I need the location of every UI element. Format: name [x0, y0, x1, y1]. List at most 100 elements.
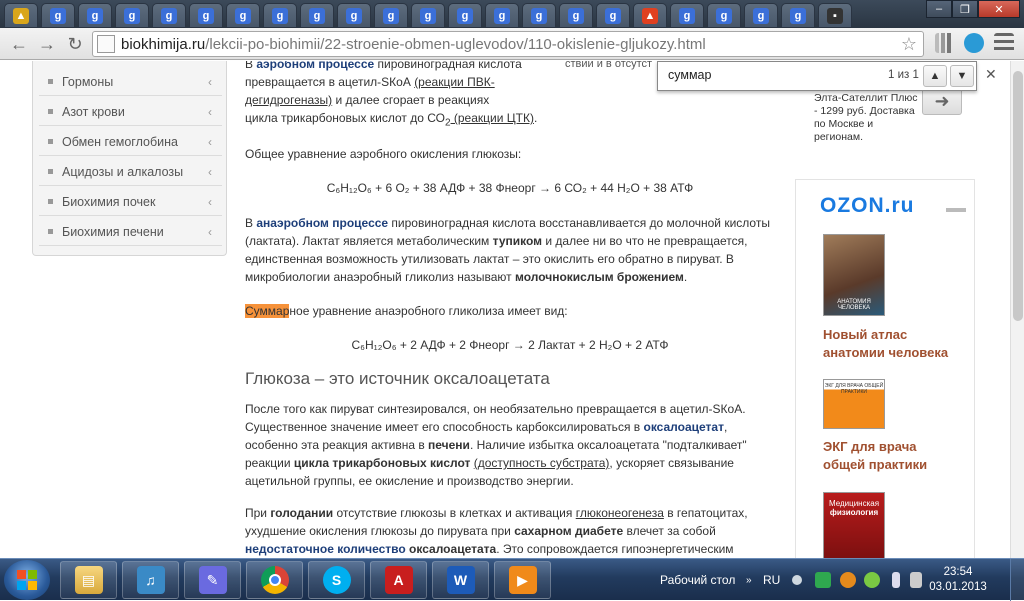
book-title[interactable]: Новый атлас анатомии человека: [823, 326, 948, 362]
tab[interactable]: ▪: [818, 3, 852, 28]
tray-dot-icon[interactable]: [792, 575, 802, 585]
reload-icon[interactable]: ↻: [64, 33, 86, 55]
link-tca[interactable]: (реакции ЦТК): [451, 111, 534, 125]
chevron-left-icon: ‹: [208, 134, 212, 149]
taskbar-explorer[interactable]: ▤: [60, 561, 117, 599]
tab[interactable]: g: [78, 3, 112, 28]
tab[interactable]: g: [448, 3, 482, 28]
find-next-icon[interactable]: ▼: [950, 65, 974, 87]
taskbar-skype[interactable]: S: [308, 561, 365, 599]
find-input[interactable]: суммар: [668, 68, 711, 82]
tab[interactable]: g: [485, 3, 519, 28]
skype-icon[interactable]: [964, 33, 984, 53]
link-substrate[interactable]: (доступность субстрата): [474, 456, 610, 470]
link-insufficient[interactable]: недостаточное количество: [245, 542, 406, 556]
find-count: 1 из 1: [888, 69, 919, 81]
ozon-logo[interactable]: OZON.ru: [820, 194, 915, 218]
tab[interactable]: g: [781, 3, 815, 28]
taskbar-chrome[interactable]: [246, 561, 303, 599]
volume-icon[interactable]: [910, 572, 922, 588]
scrollbar[interactable]: [1010, 61, 1024, 558]
sidebar-item-acidosis[interactable]: Ацидозы и алкалозы ‹: [39, 158, 222, 186]
sidebar-item-kidneys[interactable]: Биохимия почек ‹: [39, 188, 222, 216]
tab[interactable]: g: [115, 3, 149, 28]
start-button[interactable]: [4, 560, 50, 600]
back-icon[interactable]: ←: [8, 33, 30, 55]
language-indicator[interactable]: RU: [763, 559, 780, 601]
tab[interactable]: g: [226, 3, 260, 28]
paint-icon: ✎: [198, 566, 227, 594]
link-pdh[interactable]: (реакции ПВК-: [414, 75, 495, 89]
sidebar-item-blood-nitrogen[interactable]: Азот крови ‹: [39, 98, 222, 126]
tab[interactable]: g: [559, 3, 593, 28]
find-close-icon[interactable]: ✕: [985, 66, 997, 83]
tab[interactable]: g: [522, 3, 556, 28]
google-icon: g: [790, 7, 806, 24]
forward-icon[interactable]: →: [36, 33, 58, 55]
find-prev-icon[interactable]: ▲: [923, 65, 947, 87]
chevron-left-icon: ‹: [208, 194, 212, 209]
tab[interactable]: g: [263, 3, 297, 28]
taskbar-acrobat[interactable]: A: [370, 561, 427, 599]
tray-app-icon[interactable]: [840, 572, 856, 588]
tray-skype-icon[interactable]: [864, 572, 880, 588]
book-cover[interactable]: ЭКГ ДЛЯ ВРАЧА ОБЩЕЙ ПРАКТИКИ: [823, 379, 885, 429]
tab[interactable]: ▲: [633, 3, 667, 28]
tab[interactable]: g: [300, 3, 334, 28]
sidebar-item-liver[interactable]: Биохимия печени ‹: [39, 218, 222, 246]
desktop-toolbar-label[interactable]: Рабочий стол: [660, 559, 735, 601]
tab[interactable]: g: [337, 3, 371, 28]
tab[interactable]: g: [189, 3, 223, 28]
section-heading: Глюкоза – это источник оксалоацетата: [245, 369, 550, 388]
paragraph-anaerobic-eq: Суммарное уравнение анаэробного гликолиз…: [245, 304, 568, 318]
tab[interactable]: g: [707, 3, 741, 28]
taskbar-music[interactable]: ♫: [122, 561, 179, 599]
tab[interactable]: g: [41, 3, 75, 28]
stats-icon[interactable]: [935, 33, 955, 53]
tab[interactable]: g: [744, 3, 778, 28]
menu-icon[interactable]: [994, 33, 1014, 53]
taskbar-paint[interactable]: ✎: [184, 561, 241, 599]
sidebar-item-label: Гормоны: [62, 74, 114, 89]
sidebar-item-hormones[interactable]: Гормоны ‹: [39, 68, 222, 96]
tab[interactable]: g: [670, 3, 704, 28]
taskbar-word[interactable]: W: [432, 561, 489, 599]
address-bar[interactable]: biokhimija.ru/lekcii-po-biohimii/22-stro…: [92, 31, 924, 57]
link-gluconeogenesis[interactable]: глюконеогенеза: [576, 506, 664, 520]
chevron-left-icon: ‹: [208, 164, 212, 179]
link-anaerobic[interactable]: анаэробном процессе: [256, 216, 388, 230]
tab-strip: ▲ g g g g g g g g g g g g g g g g ▲ g g …: [0, 0, 1024, 28]
word-icon: W: [446, 566, 475, 594]
chrome-icon: [260, 566, 289, 594]
arrow-right-icon[interactable]: ➜: [922, 87, 962, 115]
tab[interactable]: g: [596, 3, 630, 28]
star-icon[interactable]: ☆: [901, 34, 917, 55]
link-aerobic[interactable]: аэробном процессе: [256, 61, 374, 71]
close-icon[interactable]: ✕: [978, 0, 1020, 18]
ozon-widget: OZON.ru АНАТОМИЯ ЧЕЛОВЕКА Новый атлас ана…: [795, 179, 975, 558]
tab[interactable]: g: [152, 3, 186, 28]
sidebar-item-hemoglobin[interactable]: Обмен гемоглобина ‹: [39, 128, 222, 156]
book-cover[interactable]: АНАТОМИЯ ЧЕЛОВЕКА: [823, 234, 885, 316]
clock[interactable]: 23:54 03.01.2013: [928, 565, 988, 595]
google-icon: g: [124, 7, 140, 24]
book-cover[interactable]: Медицинская физиология: [823, 492, 885, 558]
tab[interactable]: g: [374, 3, 408, 28]
battery-icon[interactable]: [892, 572, 900, 588]
bullet-icon: [48, 169, 53, 174]
book-title[interactable]: ЭКГ для врача общей практики: [823, 438, 927, 474]
minimize-icon[interactable]: –: [926, 0, 952, 18]
restore-icon[interactable]: ❐: [952, 0, 978, 18]
tray-network-icon[interactable]: [815, 572, 831, 588]
link-pdh-2[interactable]: дегидрогеназы): [245, 93, 332, 107]
show-desktop-button[interactable]: [1010, 559, 1024, 601]
tab[interactable]: g: [411, 3, 445, 28]
google-icon: g: [568, 7, 584, 24]
scrollbar-thumb[interactable]: [1013, 71, 1023, 321]
bullet-icon: [48, 79, 53, 84]
link-oxaloacetate[interactable]: оксалоацетат: [643, 420, 723, 434]
taskbar-media[interactable]: ▶: [494, 561, 551, 599]
google-icon: g: [272, 7, 288, 24]
tab[interactable]: ▲: [4, 3, 38, 28]
overflow-icon[interactable]: »: [746, 559, 752, 601]
